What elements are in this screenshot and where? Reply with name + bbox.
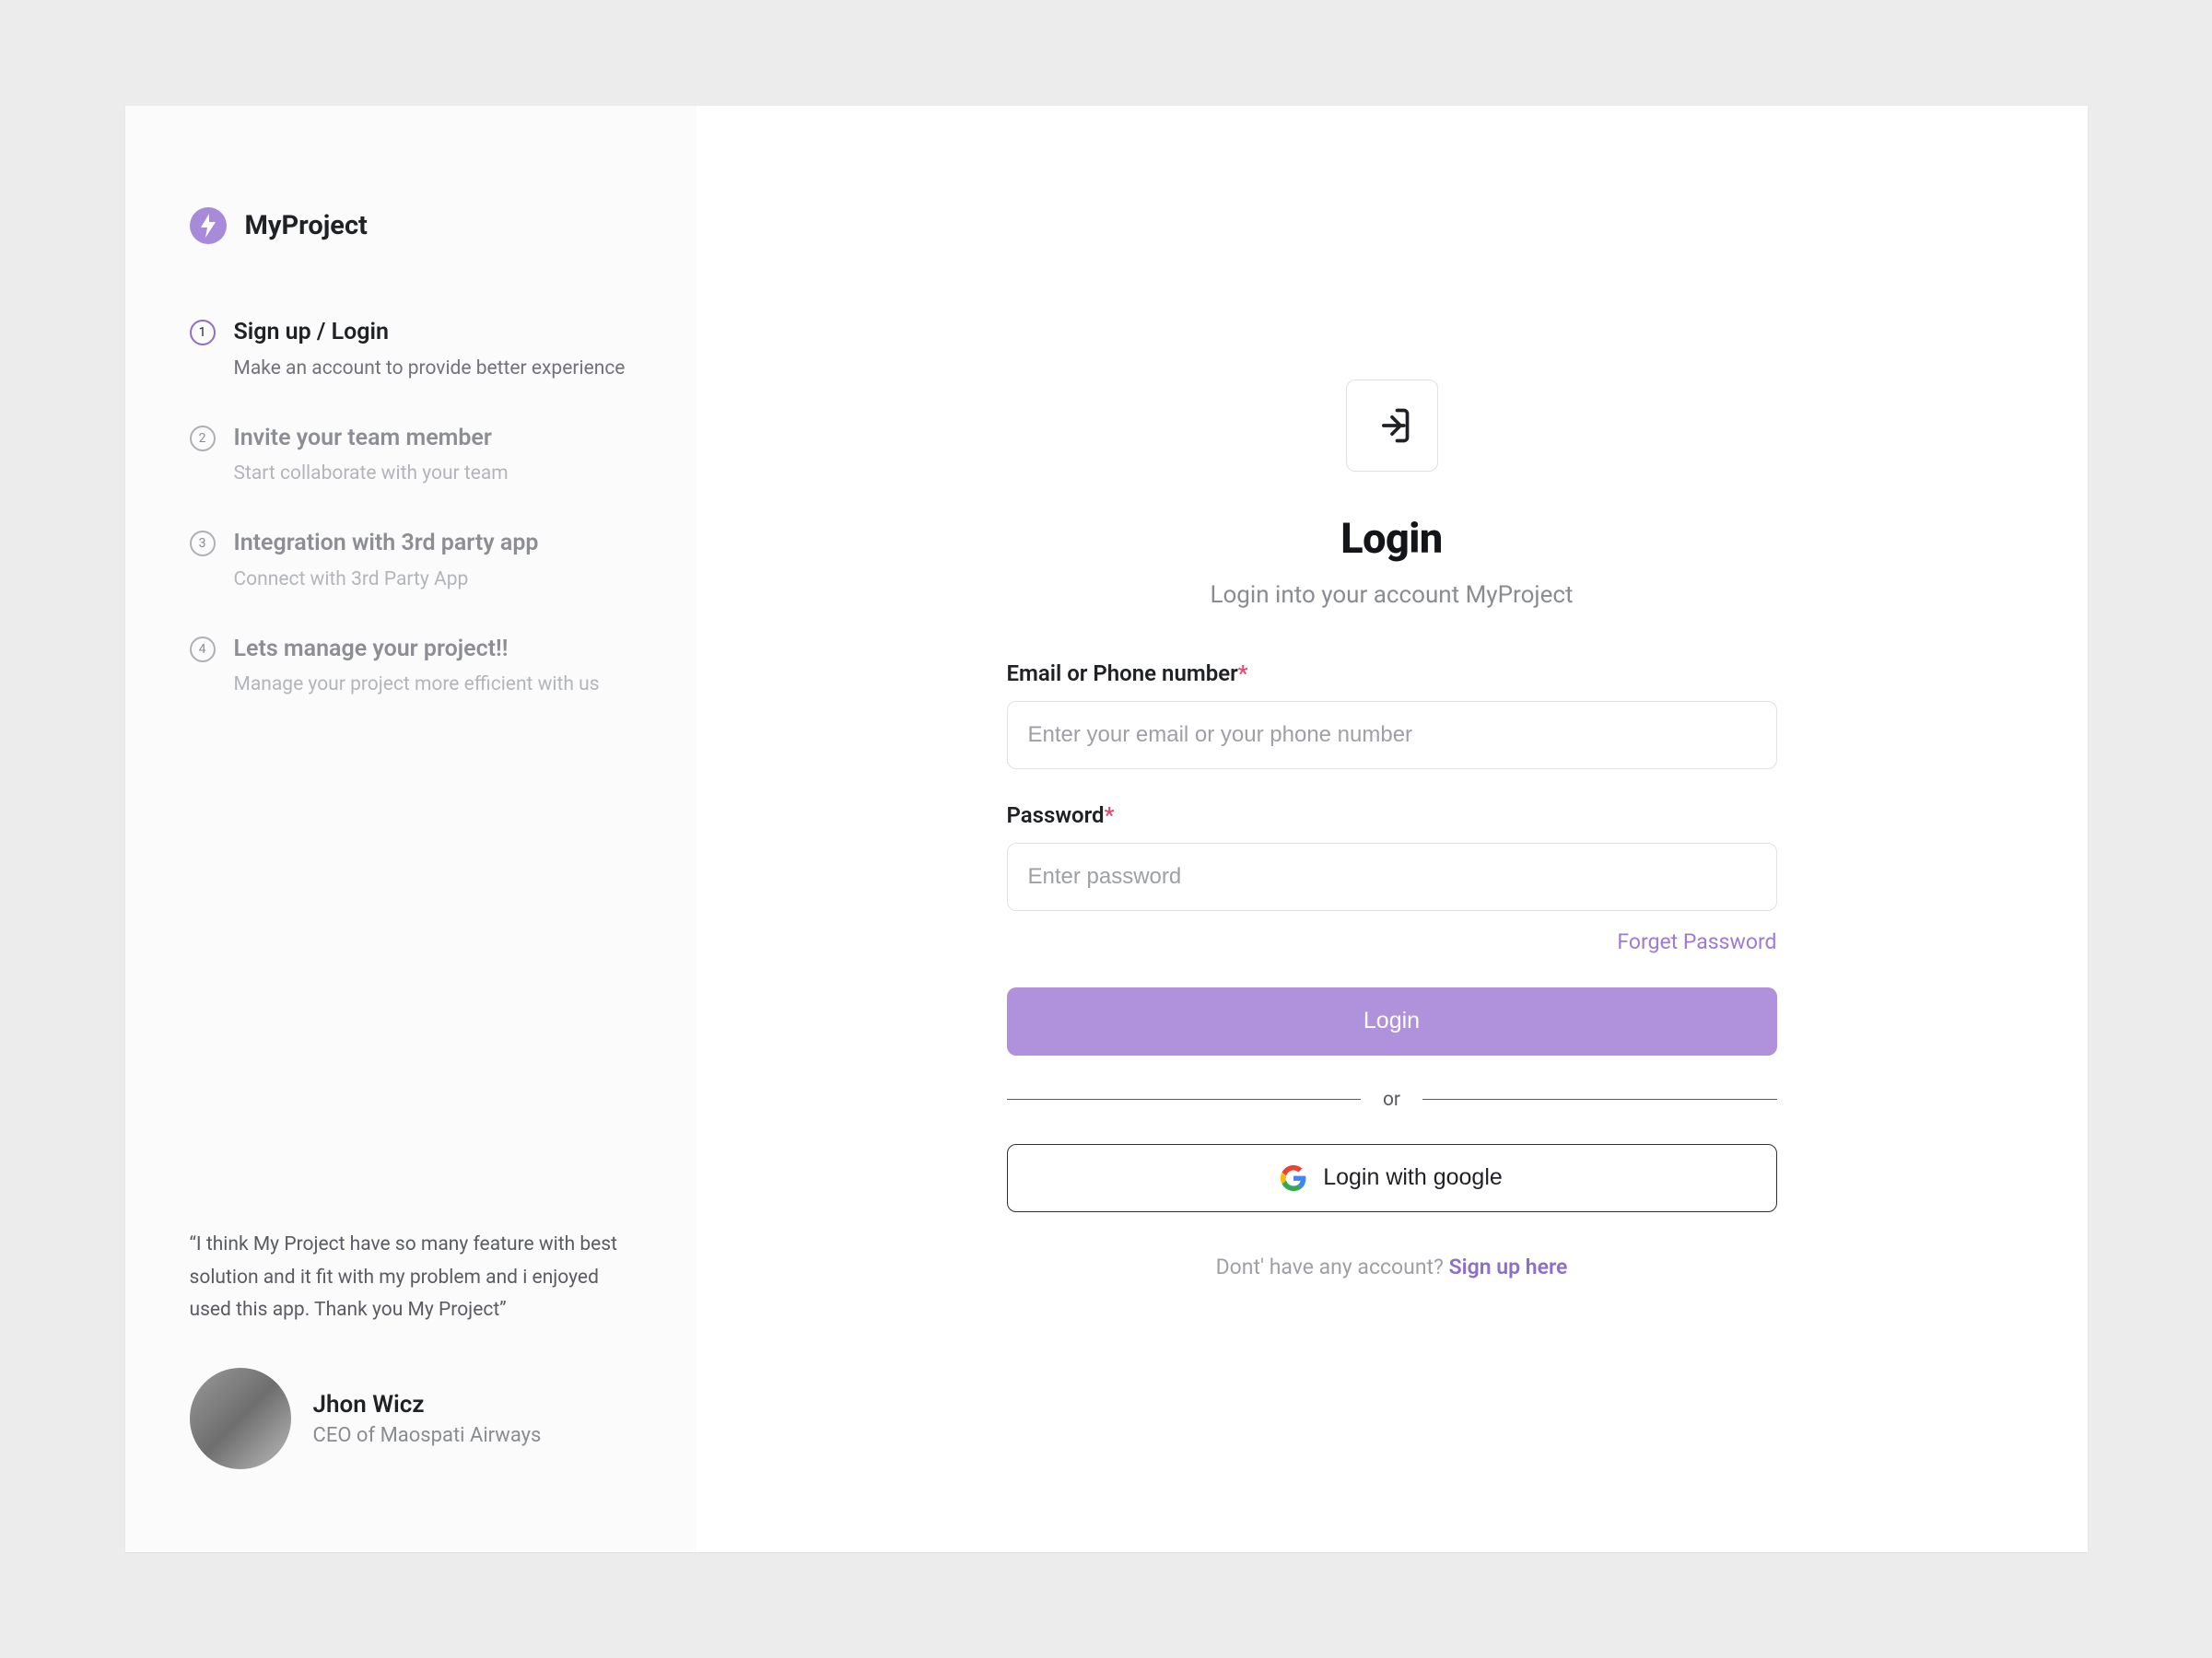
step-title: Integration with 3rd party app [234,529,539,559]
step-subtitle: Manage your project more efficient with … [234,673,600,695]
step-number: 2 [190,426,216,451]
avatar [190,1368,291,1469]
email-label: Email or Phone number* [1007,660,1777,686]
step-subtitle: Start collaborate with your team [234,462,509,485]
login-form: Login Login into your account MyProject … [1007,379,1777,1279]
main-content: Login Login into your account MyProject … [696,106,2088,1552]
password-field-group: Password* [1007,802,1777,911]
divider-label: or [1383,1089,1400,1111]
login-with-google-button[interactable]: Login with google [1007,1144,1777,1212]
step-manage-project[interactable]: 4 Lets manage your project!! Manage your… [190,635,632,696]
step-number: 1 [190,320,216,345]
page-subtitle: Login into your account MyProject [1210,581,1573,609]
bolt-icon [190,207,227,244]
step-invite-team[interactable]: 2 Invite your team member Start collabor… [190,424,632,485]
email-input[interactable] [1007,701,1777,769]
author-role: CEO of Maospati Airways [313,1424,542,1447]
app-window: MyProject 1 Sign up / Login Make an acco… [125,106,2088,1552]
google-icon [1281,1165,1306,1191]
testimonial-quote: “I think My Project have so many feature… [190,1229,632,1327]
step-number: 4 [190,636,216,662]
divider-line [1422,1099,1776,1100]
step-subtitle: Connect with 3rd Party App [234,568,539,590]
testimonial-author: Jhon Wicz CEO of Maospati Airways [190,1368,632,1469]
steps-list: 1 Sign up / Login Make an account to pro… [190,318,632,695]
step-integration[interactable]: 3 Integration with 3rd party app Connect… [190,529,632,590]
google-button-label: Login with google [1323,1164,1503,1191]
step-signup-login[interactable]: 1 Sign up / Login Make an account to pro… [190,318,632,379]
step-subtitle: Make an account to provide better experi… [234,357,626,379]
signup-link[interactable]: Sign up here [1449,1255,1568,1279]
brand: MyProject [190,207,632,244]
sidebar: MyProject 1 Sign up / Login Make an acco… [125,106,696,1552]
forgot-password-link[interactable]: Forget Password [1617,929,1776,954]
forgot-password-row: Forget Password [1007,929,1777,954]
page-title: Login [1340,514,1442,563]
step-number: 3 [190,531,216,556]
login-button[interactable]: Login [1007,987,1777,1056]
step-title: Sign up / Login [234,318,626,348]
password-input[interactable] [1007,843,1777,911]
divider: or [1007,1089,1777,1111]
signup-prompt: Dont' have any account? Sign up here [1216,1255,1568,1279]
step-title: Invite your team member [234,424,509,454]
brand-name: MyProject [245,210,368,241]
password-label: Password* [1007,802,1777,828]
divider-line [1007,1099,1361,1100]
login-icon [1346,379,1438,472]
email-field-group: Email or Phone number* [1007,660,1777,769]
step-title: Lets manage your project!! [234,635,600,665]
author-name: Jhon Wicz [313,1391,542,1419]
